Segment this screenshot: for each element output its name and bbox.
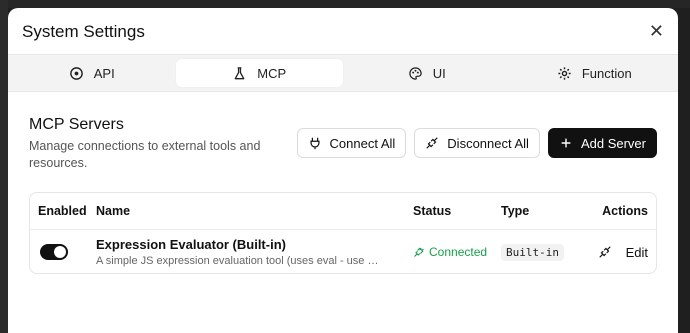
flask-icon <box>234 66 245 79</box>
add-server-label: Add Server <box>580 135 646 151</box>
enabled-toggle[interactable] <box>40 244 68 260</box>
tab-label: API <box>93 65 115 81</box>
tab-mcp[interactable]: MCP <box>175 59 343 87</box>
plug-icon <box>309 137 320 150</box>
tab-label: MCP <box>257 65 287 81</box>
connect-all-button[interactable]: Connect All <box>296 128 407 158</box>
api-icon <box>69 66 83 80</box>
edit-button[interactable]: Edit <box>626 245 648 260</box>
plus-icon <box>561 138 571 148</box>
header-name: Name <box>96 204 131 218</box>
dialog-header: System Settings ✕ <box>8 8 678 53</box>
connect-all-label: Connect All <box>329 135 396 151</box>
type-cell: Built-in <box>501 243 589 261</box>
section-actions: Connect All Disconnect All Add Server <box>296 128 657 158</box>
background-window-top <box>8 0 690 8</box>
row-actions: Edit <box>589 245 648 260</box>
actions-cell: Edit <box>589 245 656 260</box>
close-icon[interactable]: ✕ <box>649 21 664 42</box>
disconnect-all-label: Disconnect All <box>447 135 529 151</box>
settings-tabs: API MCP UI Function <box>8 54 678 92</box>
toggle-knob <box>54 246 66 258</box>
name-cell: Expression Evaluator (Built-in) A simple… <box>96 237 413 267</box>
tab-function[interactable]: Function <box>511 55 679 91</box>
enabled-cell <box>30 244 96 260</box>
system-settings-dialog: System Settings ✕ API MCP UI Function MC… <box>8 8 678 333</box>
connected-icon <box>414 247 424 257</box>
header-actions: Actions <box>602 204 648 218</box>
status-cell: Connected <box>413 245 501 259</box>
gear-icon <box>558 66 571 80</box>
tab-ui[interactable]: UI <box>343 55 511 91</box>
unplug-icon <box>426 137 438 149</box>
background-window-edge <box>0 0 8 333</box>
header-enabled: Enabled <box>38 204 87 218</box>
table-row: Expression Evaluator (Built-in) A simple… <box>30 230 656 273</box>
disconnect-all-button[interactable]: Disconnect All <box>414 128 540 158</box>
servers-table: Enabled Name Status Type Actions Express… <box>29 192 657 274</box>
tab-api[interactable]: API <box>8 55 176 91</box>
add-server-button[interactable]: Add Server <box>547 128 657 158</box>
mcp-servers-section: MCP Servers Manage connections to extern… <box>29 114 657 172</box>
header-type: Type <box>501 204 530 218</box>
section-description: Manage connections to external tools and… <box>29 139 261 170</box>
tab-label: Function <box>581 65 632 81</box>
server-name: Expression Evaluator (Built-in) <box>96 237 286 252</box>
unplug-icon[interactable] <box>598 245 612 259</box>
tab-label: UI <box>432 65 446 81</box>
dialog-title: System Settings <box>22 22 145 41</box>
server-description: A simple JS expression evaluation tool (… <box>96 255 386 267</box>
status-badge: Connected <box>413 245 501 259</box>
table-header: Enabled Name Status Type Actions <box>30 193 656 230</box>
status-text: Connected <box>429 245 488 259</box>
palette-icon <box>409 66 422 80</box>
type-badge: Built-in <box>501 244 564 261</box>
header-status: Status <box>413 204 452 218</box>
